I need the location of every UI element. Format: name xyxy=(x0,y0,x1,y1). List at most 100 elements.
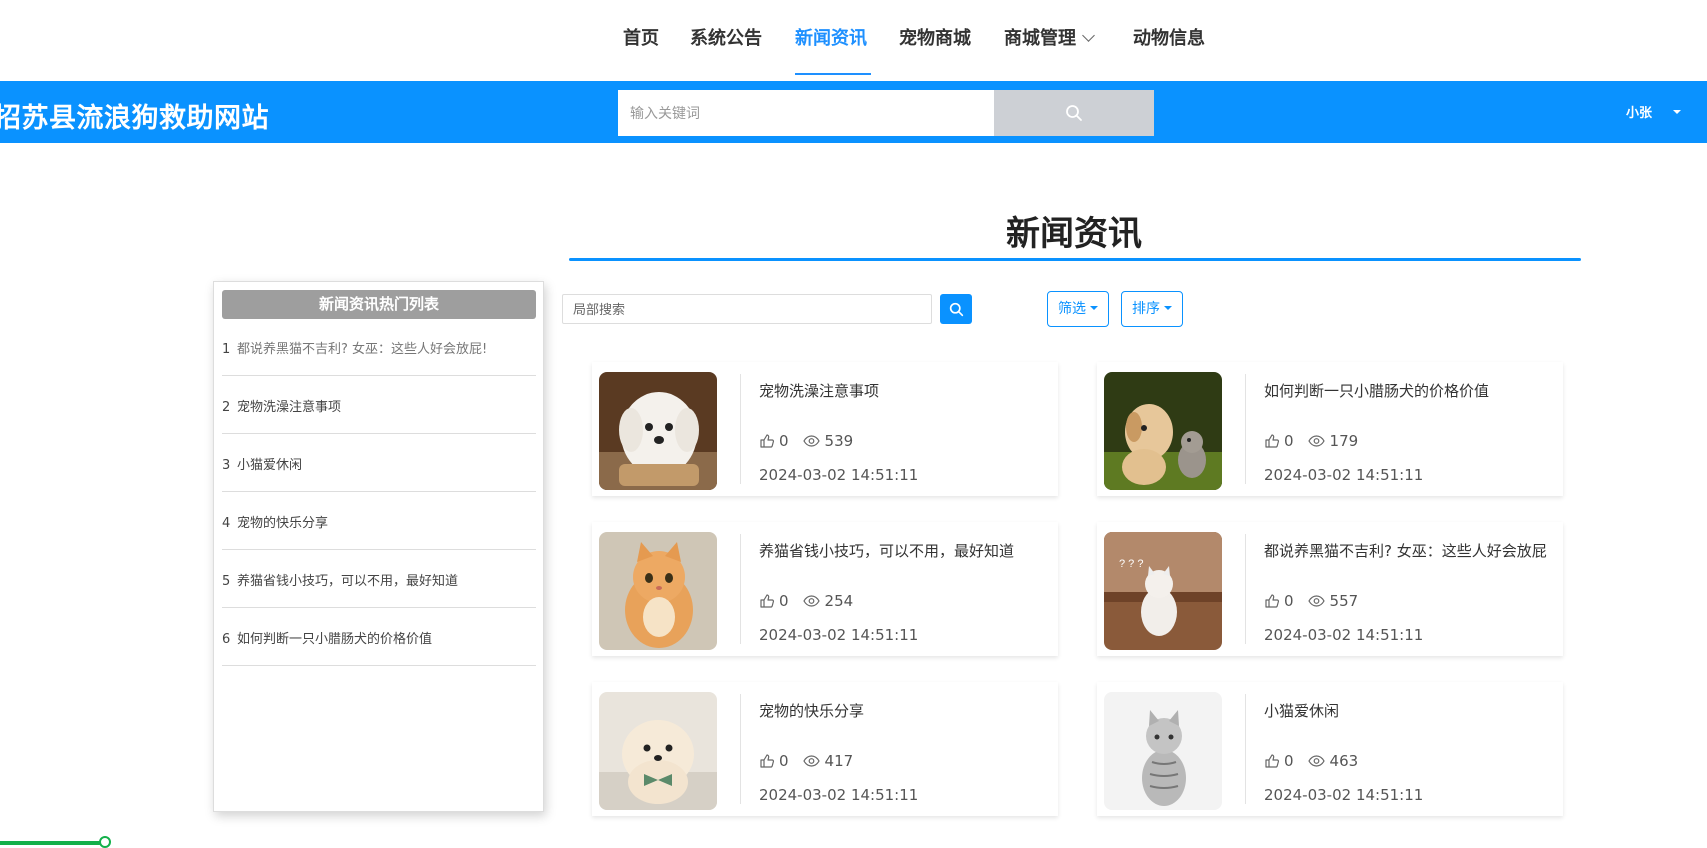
news-card[interactable]: 宠物的快乐分享 0 417 2024-03-02 14:51:11 xyxy=(592,682,1058,816)
hot-news-item[interactable]: 6 如何判断一只小腊肠犬的价格价值 xyxy=(222,609,536,666)
thumbs-up-icon[interactable] xyxy=(1264,433,1280,449)
like-count: 0 xyxy=(779,752,789,770)
hot-news-item[interactable]: 1 都说养黑猫不吉利? 女巫：这些人好会放屁! xyxy=(222,319,536,376)
local-search-input[interactable] xyxy=(562,294,932,324)
thumbs-up-icon[interactable] xyxy=(759,433,775,449)
hot-news-title: 都说养黑猫不吉利? 女巫：这些人好会放屁! xyxy=(237,342,488,357)
caret-down-icon[interactable] xyxy=(1673,110,1681,114)
news-thumbnail xyxy=(599,692,717,810)
sort-label: 排序 xyxy=(1132,301,1160,317)
eye-icon xyxy=(802,755,820,767)
user-menu[interactable]: 小张 xyxy=(1626,102,1652,121)
hot-news-item[interactable]: 3 小猫爱休闲 xyxy=(222,435,536,492)
nav-item-announcements[interactable]: 系统公告 xyxy=(690,24,762,50)
news-card-stats: 0 417 xyxy=(759,752,853,770)
top-navigation: 首页 系统公告 新闻资讯 宠物商城 商城管理 动物信息 xyxy=(0,0,1707,81)
view-count: 539 xyxy=(824,432,854,450)
page-title: 新闻资讯 xyxy=(1006,214,1142,254)
hot-news-title: 小猫爱休闲 xyxy=(237,458,303,473)
hot-news-title: 如何判断一只小腊肠犬的价格价值 xyxy=(237,632,433,647)
nav-item-pet-mall[interactable]: 宠物商城 xyxy=(899,24,971,50)
progress-fill xyxy=(0,841,101,845)
filter-dropdown-button[interactable]: 筛选 xyxy=(1047,291,1109,327)
view-count: 463 xyxy=(1329,752,1359,770)
news-card[interactable]: 养猫省钱小技巧，可以不用，最好知道 0 254 2024-03-02 14:51… xyxy=(592,522,1058,656)
hot-news-index: 6 xyxy=(222,632,231,647)
news-card-date: 2024-03-02 14:51:11 xyxy=(1264,466,1424,484)
thumbs-up-icon[interactable] xyxy=(1264,593,1280,609)
news-thumbnail xyxy=(1104,692,1222,810)
active-tab-indicator xyxy=(795,73,871,75)
news-card-stats: 0 179 xyxy=(1264,432,1358,450)
hot-news-item[interactable]: 4 宠物的快乐分享 xyxy=(222,493,536,550)
hot-news-item[interactable]: 5 养猫省钱小技巧，可以不用，最好知道 xyxy=(222,551,536,608)
card-divider xyxy=(740,374,741,484)
thumbs-up-icon[interactable] xyxy=(759,753,775,769)
global-search-input[interactable] xyxy=(618,90,994,136)
hot-news-item[interactable]: 2 宠物洗澡注意事项 xyxy=(222,377,536,434)
thumbs-up-icon[interactable] xyxy=(759,593,775,609)
eye-icon xyxy=(1307,435,1325,447)
global-search xyxy=(618,90,1154,136)
hot-news-panel: 新闻资讯热门列表 1 都说养黑猫不吉利? 女巫：这些人好会放屁! 2 宠物洗澡注… xyxy=(213,281,544,812)
svg-text:? ? ?: ? ? ? xyxy=(1119,558,1143,570)
news-card-date: 2024-03-02 14:51:11 xyxy=(759,466,919,484)
nav-item-mall-management[interactable]: 商城管理 xyxy=(1004,24,1095,50)
like-count: 0 xyxy=(1284,432,1294,450)
news-card-title: 养猫省钱小技巧，可以不用，最好知道 xyxy=(759,542,1015,560)
news-card[interactable]: 宠物洗澡注意事项 0 539 2024-03-02 14:51:11 xyxy=(592,362,1058,496)
local-search-button[interactable] xyxy=(940,294,972,324)
chevron-down-icon xyxy=(1082,29,1095,42)
hot-news-index: 4 xyxy=(222,516,231,531)
news-card-date: 2024-03-02 14:51:11 xyxy=(1264,626,1424,644)
news-card-title: 小猫爱休闲 xyxy=(1264,702,1340,720)
news-card[interactable]: ? ? ? 都说养黑猫不吉利? 女巫：这些人好会放屁 0 557 2024-03… xyxy=(1097,522,1563,656)
hot-news-index: 3 xyxy=(222,458,231,473)
eye-icon xyxy=(1307,595,1325,607)
card-divider xyxy=(740,694,741,804)
card-divider xyxy=(1245,374,1246,484)
header-bar: 招苏县流浪狗救助网站 小张 xyxy=(0,81,1707,143)
news-card-stats: 0 539 xyxy=(759,432,853,450)
hot-news-index: 2 xyxy=(222,400,231,415)
nav-item-mall-management-label: 商城管理 xyxy=(1004,28,1076,49)
progress-handle[interactable] xyxy=(99,836,111,848)
hot-news-index: 5 xyxy=(222,574,231,589)
eye-icon xyxy=(802,435,820,447)
nav-item-animal-info[interactable]: 动物信息 xyxy=(1133,24,1205,50)
view-count: 417 xyxy=(824,752,854,770)
hot-news-title: 宠物洗澡注意事项 xyxy=(237,400,342,415)
search-icon xyxy=(1066,105,1082,121)
eye-icon xyxy=(1307,755,1325,767)
hot-news-title: 养猫省钱小技巧，可以不用，最好知道 xyxy=(237,574,459,589)
sort-dropdown-button[interactable]: 排序 xyxy=(1121,291,1183,327)
media-progress-slider[interactable] xyxy=(0,836,111,848)
card-divider xyxy=(1245,694,1246,804)
nav-item-news[interactable]: 新闻资讯 xyxy=(795,24,867,50)
like-count: 0 xyxy=(779,592,789,610)
thumbs-up-icon[interactable] xyxy=(1264,753,1280,769)
like-count: 0 xyxy=(1284,592,1294,610)
news-thumbnail xyxy=(599,532,717,650)
view-count: 254 xyxy=(824,592,854,610)
nav-item-home[interactable]: 首页 xyxy=(623,24,659,50)
news-card-title: 宠物洗澡注意事项 xyxy=(759,382,880,400)
title-underline xyxy=(569,258,1581,261)
hot-news-index: 1 xyxy=(222,342,231,357)
news-card-stats: 0 254 xyxy=(759,592,853,610)
card-divider xyxy=(740,534,741,644)
news-thumbnail xyxy=(599,372,717,490)
hot-news-title: 宠物的快乐分享 xyxy=(237,516,329,531)
like-count: 0 xyxy=(1284,752,1294,770)
filter-label: 筛选 xyxy=(1058,301,1086,317)
caret-down-icon xyxy=(1090,306,1098,310)
news-card-date: 2024-03-02 14:51:11 xyxy=(759,786,919,804)
news-thumbnail: ? ? ? xyxy=(1104,532,1222,650)
news-card[interactable]: 小猫爱休闲 0 463 2024-03-02 14:51:11 xyxy=(1097,682,1563,816)
news-card-stats: 0 557 xyxy=(1264,592,1358,610)
view-count: 179 xyxy=(1329,432,1359,450)
eye-icon xyxy=(802,595,820,607)
news-card-title: 如何判断一只小腊肠犬的价格价值 xyxy=(1264,382,1490,400)
news-card[interactable]: 如何判断一只小腊肠犬的价格价值 0 179 2024-03-02 14:51:1… xyxy=(1097,362,1563,496)
global-search-button[interactable] xyxy=(994,90,1154,136)
